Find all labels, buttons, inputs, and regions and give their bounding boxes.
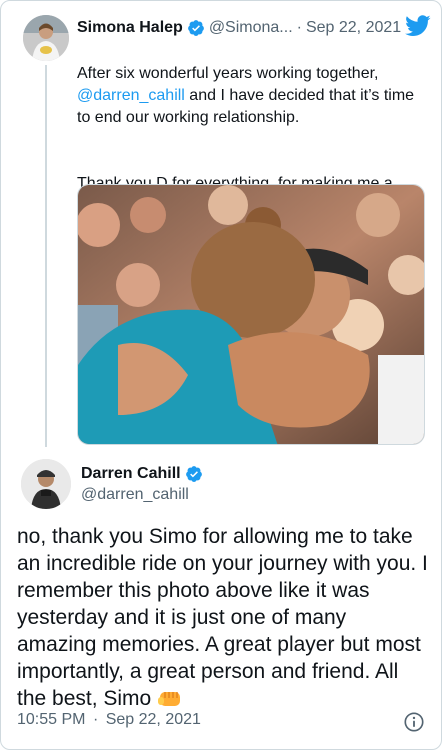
quoted-text-line1: After six wonderful years working togeth… [77,65,379,82]
main-tweet-text: no, thank you Simo for allowing me to ta… [17,523,429,712]
info-icon[interactable] [403,711,425,733]
quoted-tweet-date[interactable]: Sep 22, 2021 [306,19,401,37]
main-author-handle[interactable]: @darren_cahill [81,486,189,504]
quoted-author-handle[interactable]: @Simona... [209,19,293,37]
main-tweet-date[interactable]: Sep 22, 2021 [106,711,201,728]
meta-separator: · [92,711,99,728]
main-tweet-time[interactable]: 10:55 PM [17,711,85,728]
tweet-card: Simona Halep @Simona... · Sep 22, 2021 A… [0,0,442,750]
main-author-name-row: Darren Cahill [81,463,207,485]
verified-badge-icon [187,20,204,36]
main-tweet-body: no, thank you Simo for allowing me to ta… [17,525,428,710]
quoted-tweet-header: Simona Halep @Simona... · Sep 22, 2021 [77,17,435,39]
darren-avatar[interactable] [21,459,71,509]
thread-line [45,65,47,447]
header-separator: · [296,19,302,36]
tweet-photo[interactable] [77,184,425,445]
quoted-author-name[interactable]: Simona Halep [77,19,183,37]
raised-fist-icon [158,692,181,707]
twitter-bird-icon[interactable] [405,15,431,37]
mention-link[interactable]: @darren_cahill [77,87,185,104]
verified-badge-icon [185,466,202,482]
main-author-name[interactable]: Darren Cahill [81,465,181,483]
main-tweet-meta: 10:55 PM · Sep 22, 2021 [17,711,201,729]
simona-avatar[interactable] [23,15,69,61]
